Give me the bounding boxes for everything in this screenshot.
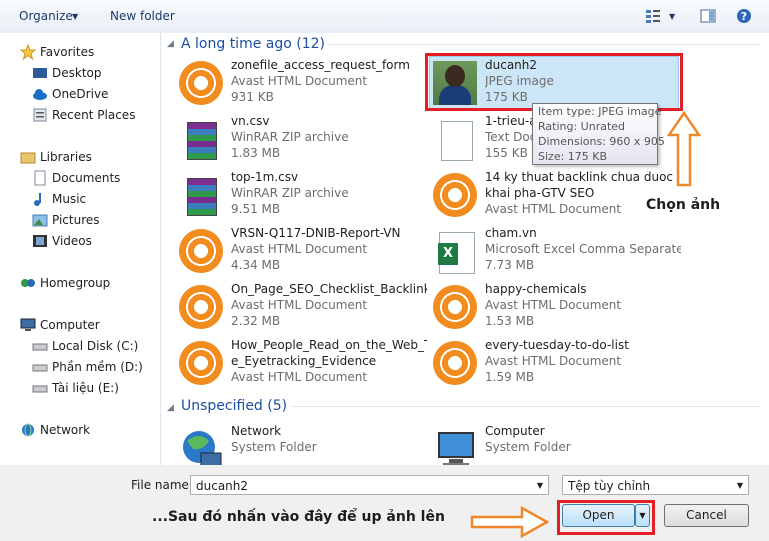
file-tooltip: Item type: JPEG image Rating: Unrated Di… [532,103,665,165]
cancel-button[interactable]: Cancel [664,504,749,527]
excel-csv-icon: X [433,229,479,275]
new-folder-button[interactable]: New folder [110,9,175,23]
file-name-input[interactable]: ducanh2 ▼ [190,475,549,495]
avast-html-icon [179,285,225,331]
file-type-select[interactable]: Tệp tùy chỉnh ▼ [562,475,749,495]
navigation-pane: Favorites Desktop OneDrive Recent Places… [0,33,161,465]
network-icon [20,422,36,438]
file-item[interactable]: On_Page_SEO_Checklist_Backlinko Avast HT… [179,281,429,335]
star-icon [20,44,36,60]
avast-html-icon [433,341,479,387]
view-dropdown-icon[interactable]: ▼ [669,12,675,21]
group-divider [291,406,759,407]
desktop-icon [32,65,48,81]
group-divider [327,44,759,45]
file-item[interactable]: vn.csv WinRAR ZIP archive 1.83 MB [179,113,429,167]
recent-places-icon [32,107,48,123]
text-document-icon [433,117,479,163]
winrar-archive-icon [179,173,225,219]
organize-button[interactable]: Organize [19,9,73,23]
file-name-label: File name: [131,478,193,492]
organize-dropdown-icon[interactable]: ▼ [72,12,78,21]
file-item[interactable]: 14 ky thuat backlink chua duoc khai pha-… [433,169,683,223]
chevron-down-icon[interactable]: ▼ [537,476,543,496]
winrar-archive-icon [179,117,225,163]
videos-icon [32,233,48,249]
help-icon[interactable]: ? [736,8,752,24]
toolbar: Organize ▼ New folder ▼ ? [0,0,769,34]
file-item[interactable]: How_People_Read_on_the_Web_Th e_Eyetrack… [179,337,429,391]
group-header-long-time[interactable]: A long time ago (12) [181,34,325,54]
file-item[interactable]: every-tuesday-to-do-list Avast HTML Docu… [433,337,683,391]
file-item[interactable]: top-1m.csv WinRAR ZIP archive 9.51 MB [179,169,429,223]
avast-html-icon [179,341,225,387]
file-list: ◢ A long time ago (12) zonefile_access_r… [161,33,769,468]
group-header-unspecified[interactable]: Unspecified (5) [181,396,287,416]
avast-html-icon [179,61,225,107]
svg-text:?: ? [741,10,747,23]
annotation-select-image: Chọn ảnh [646,197,721,213]
file-item[interactable]: happy-chemicals Avast HTML Document 1.53… [433,281,683,335]
documents-icon [32,170,48,186]
avast-html-icon [433,285,479,331]
drive-icon [32,359,48,375]
view-options-icon[interactable] [645,8,661,24]
preview-pane-icon[interactable] [700,8,716,24]
pictures-icon [32,212,48,228]
avast-html-icon [179,229,225,275]
cloud-icon [32,86,48,102]
collapse-arrow-icon[interactable]: ◢ [167,39,174,49]
drive-icon [32,338,48,354]
annotation-instruction: ...Sau đó nhấn vào đây để up ảnh lên [152,509,445,525]
collapse-arrow-icon[interactable]: ◢ [167,403,174,413]
file-item[interactable]: zonefile_access_request_form Avast HTML … [179,57,429,111]
libraries-icon [20,149,36,165]
homegroup-icon [20,275,36,291]
annotation-up-arrow [667,111,701,187]
computer-icon [20,317,36,333]
file-item[interactable]: X cham.vn Microsoft Excel Comma Separate… [433,225,683,279]
chevron-down-icon[interactable]: ▼ [737,476,743,496]
file-item[interactable]: VRSN-Q117-DNIB-Report-VN Avast HTML Docu… [179,225,429,279]
avast-html-icon [433,173,479,219]
annotation-red-box-open [557,500,655,535]
annotation-right-arrow [470,505,550,539]
bottom-panel: File name: ducanh2 ▼ Tệp tùy chỉnh ▼ ...… [0,465,769,541]
drive-icon [32,380,48,396]
music-icon [32,191,48,207]
